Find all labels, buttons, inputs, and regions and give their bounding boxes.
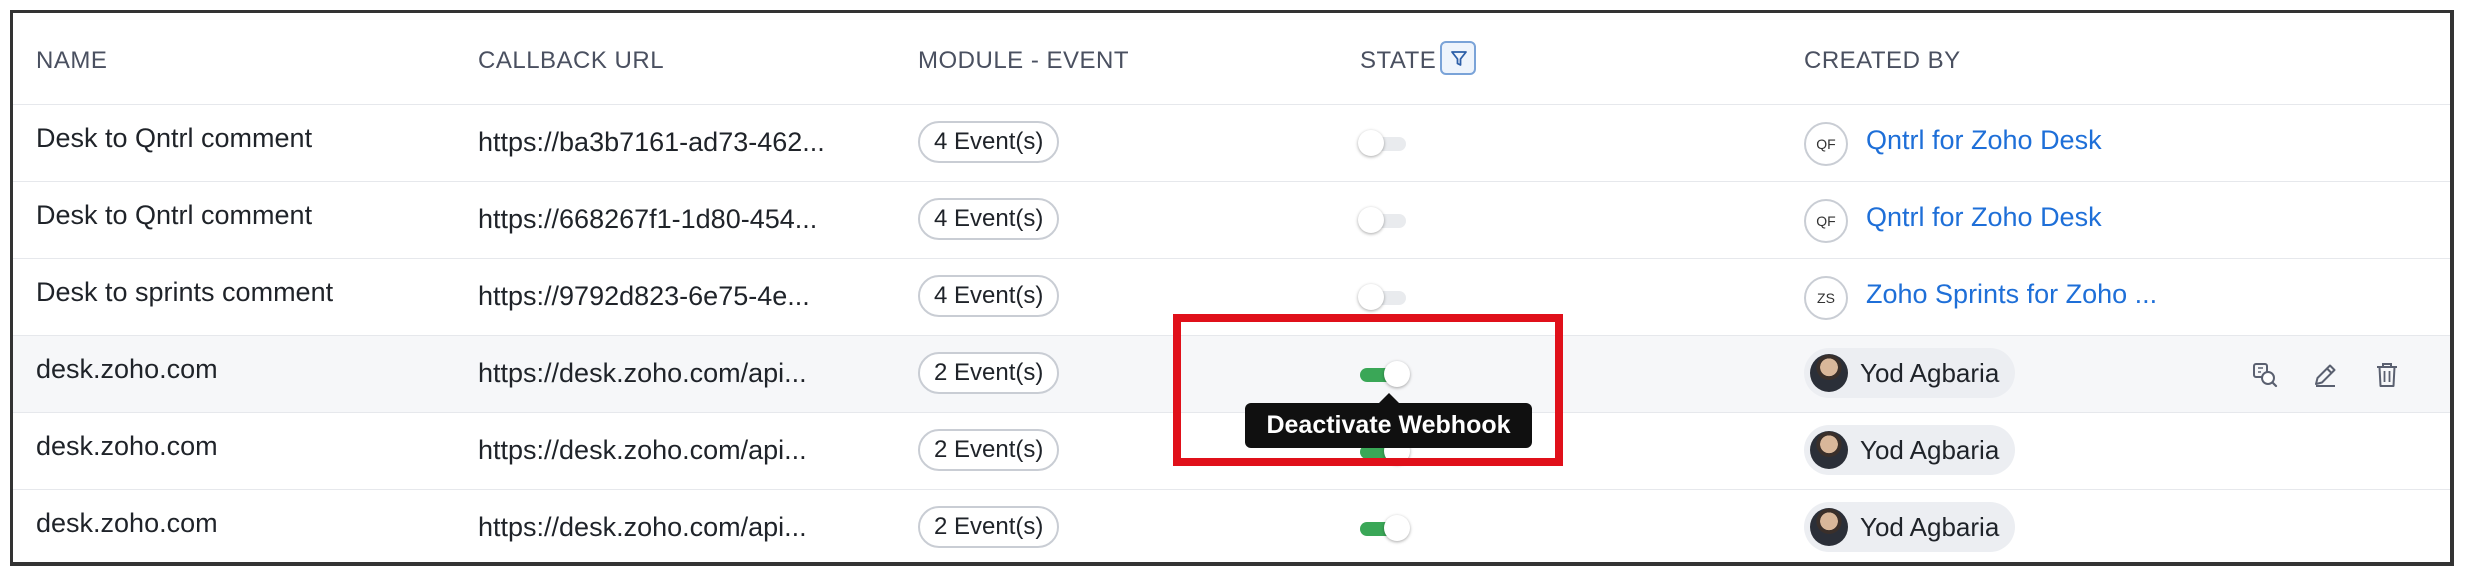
events-pill[interactable]: 4 Event(s) [918,275,1060,317]
creator-name: Yod Agbaria [1860,358,2000,388]
webhook-name[interactable]: desk.zoho.com [36,431,218,462]
state-toggle[interactable] [1358,130,1406,156]
creator-link[interactable]: Qntrl for Zoho Desk [1866,125,2102,156]
user-avatar [1810,431,1848,469]
events-pill[interactable]: 2 Event(s) [918,352,1060,394]
filter-icon [1451,51,1467,66]
creator-name: Yod Agbaria [1860,435,2000,465]
callback-url: https://668267f1-1d80-454... [478,204,818,234]
webhook-name[interactable]: desk.zoho.com [36,354,218,385]
events-pill[interactable]: 2 Event(s) [918,429,1060,471]
creator-link[interactable]: Qntrl for Zoho Desk [1866,202,2102,233]
edit-icon[interactable] [2308,358,2342,392]
header-name[interactable]: NAME [36,47,107,75]
state-toggle[interactable] [1358,284,1406,310]
webhook-name[interactable]: Desk to Qntrl comment [36,200,312,231]
header-state[interactable]: STATE [1360,47,1436,75]
callback-url: https://desk.zoho.com/api... [478,512,807,542]
header-callback-url[interactable]: CALLBACK URL [478,47,664,75]
callback-url: https://ba3b7161-ad73-462... [478,127,825,157]
creator-avatar: QF [1804,122,1848,166]
webhooks-table: NAME CALLBACK URL MODULE - EVENT STATE C… [10,10,2454,566]
creator-name: Yod Agbaria [1860,512,2000,542]
table-header: NAME CALLBACK URL MODULE - EVENT STATE C… [13,13,2450,105]
delete-icon[interactable] [2370,358,2404,392]
webhook-name[interactable]: desk.zoho.com [36,508,218,539]
state-filter-button[interactable] [1440,41,1476,75]
events-pill[interactable]: 2 Event(s) [918,506,1060,548]
creator-chip[interactable]: Yod Agbaria [1804,425,2016,475]
creator-avatar: ZS [1804,276,1848,320]
state-toggle[interactable] [1360,515,1410,541]
webhook-name[interactable]: Desk to sprints comment [36,277,333,308]
webhook-name[interactable]: Desk to Qntrl comment [36,123,312,154]
callback-url: https://desk.zoho.com/api... [478,435,807,465]
creator-link[interactable]: Zoho Sprints for Zoho ... [1866,279,2157,310]
table-row[interactable]: Desk to Qntrl comment https://ba3b7161-a… [13,105,2450,182]
state-toggle[interactable] [1358,207,1406,233]
creator-avatar: QF [1804,199,1848,243]
creator-chip[interactable]: Yod Agbaria [1804,502,2016,552]
test-webhook-icon[interactable] [2248,358,2282,392]
events-pill[interactable]: 4 Event(s) [918,121,1060,163]
table-row[interactable]: Desk to Qntrl comment https://668267f1-1… [13,182,2450,259]
deactivate-tooltip: Deactivate Webhook [1245,393,1532,448]
user-avatar [1810,354,1848,392]
header-module-event[interactable]: MODULE - EVENT [918,47,1129,75]
callback-url: https://9792d823-6e75-4e... [478,281,810,311]
creator-chip[interactable]: Yod Agbaria [1804,348,2016,398]
events-pill[interactable]: 4 Event(s) [918,198,1060,240]
table-row[interactable]: desk.zoho.com https://desk.zoho.com/api.… [13,490,2450,562]
user-avatar [1810,508,1848,546]
header-created-by[interactable]: CREATED BY [1804,47,1961,75]
callback-url: https://desk.zoho.com/api... [478,358,807,388]
